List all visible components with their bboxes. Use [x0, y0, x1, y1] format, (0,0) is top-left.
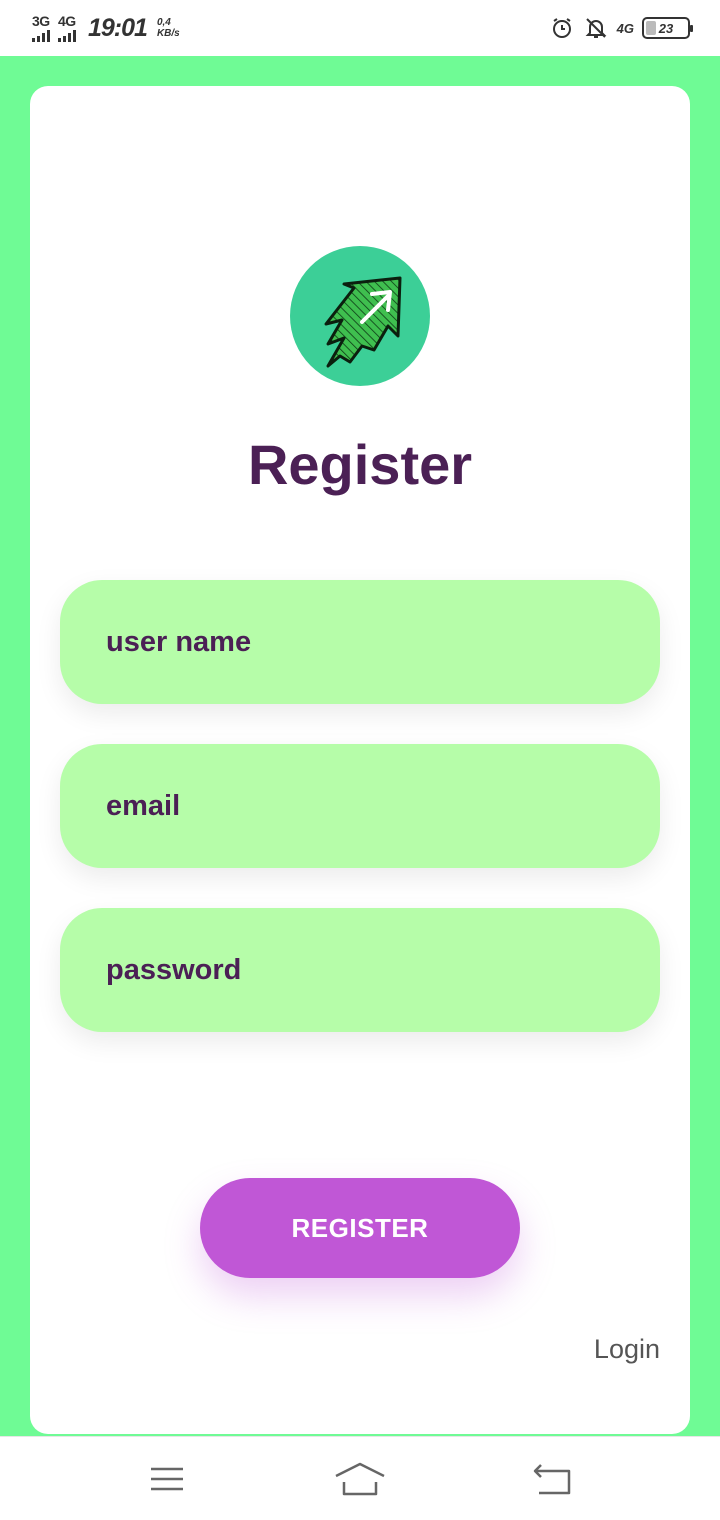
network-type-label: 3G: [32, 13, 50, 29]
register-button[interactable]: REGISTER: [200, 1178, 520, 1278]
menu-icon: [150, 1467, 183, 1490]
signal-bars-icon: [32, 30, 50, 42]
network-4g-label: 4G: [616, 20, 634, 36]
signal-4g: 4G: [58, 14, 76, 42]
home-icon: [335, 1462, 385, 1495]
username-input[interactable]: [60, 580, 660, 704]
network-speed-unit: KB/s: [156, 28, 180, 39]
signal-3g: 3G: [32, 14, 50, 42]
menu-button[interactable]: [135, 1455, 199, 1503]
page-title: Register: [247, 433, 473, 496]
register-card: Register REGISTER Login: [30, 86, 690, 1434]
signal-bars-icon: [58, 30, 76, 42]
back-button[interactable]: [521, 1455, 585, 1503]
network-type-label: 4G: [58, 13, 76, 29]
login-link[interactable]: Login: [594, 1334, 660, 1365]
status-bar-left: 3G 4G 19:01 0,4 KB/s: [32, 14, 180, 43]
rocket-arrow-logo-icon: [290, 246, 430, 386]
status-bar: 3G 4G 19:01 0,4 KB/s 4G 23: [0, 0, 720, 56]
username-field[interactable]: [60, 580, 660, 704]
network-speed: 0,4 KB/s: [157, 17, 180, 39]
battery-icon: 23: [642, 17, 693, 39]
home-button[interactable]: [328, 1455, 392, 1503]
system-nav-bar: [0, 1436, 720, 1520]
back-icon: [534, 1463, 571, 1494]
password-field[interactable]: [60, 908, 660, 1032]
battery-level: 23: [658, 20, 674, 36]
email-input[interactable]: [60, 744, 660, 868]
clock: 19:01: [88, 13, 148, 42]
status-bar-right: 4G 23: [549, 15, 693, 41]
alarm-icon: [549, 15, 575, 41]
email-field[interactable]: [60, 744, 660, 868]
network-speed-value: 0,4: [156, 17, 171, 28]
notifications-off-icon: [583, 15, 609, 41]
password-input[interactable]: [60, 908, 660, 1032]
